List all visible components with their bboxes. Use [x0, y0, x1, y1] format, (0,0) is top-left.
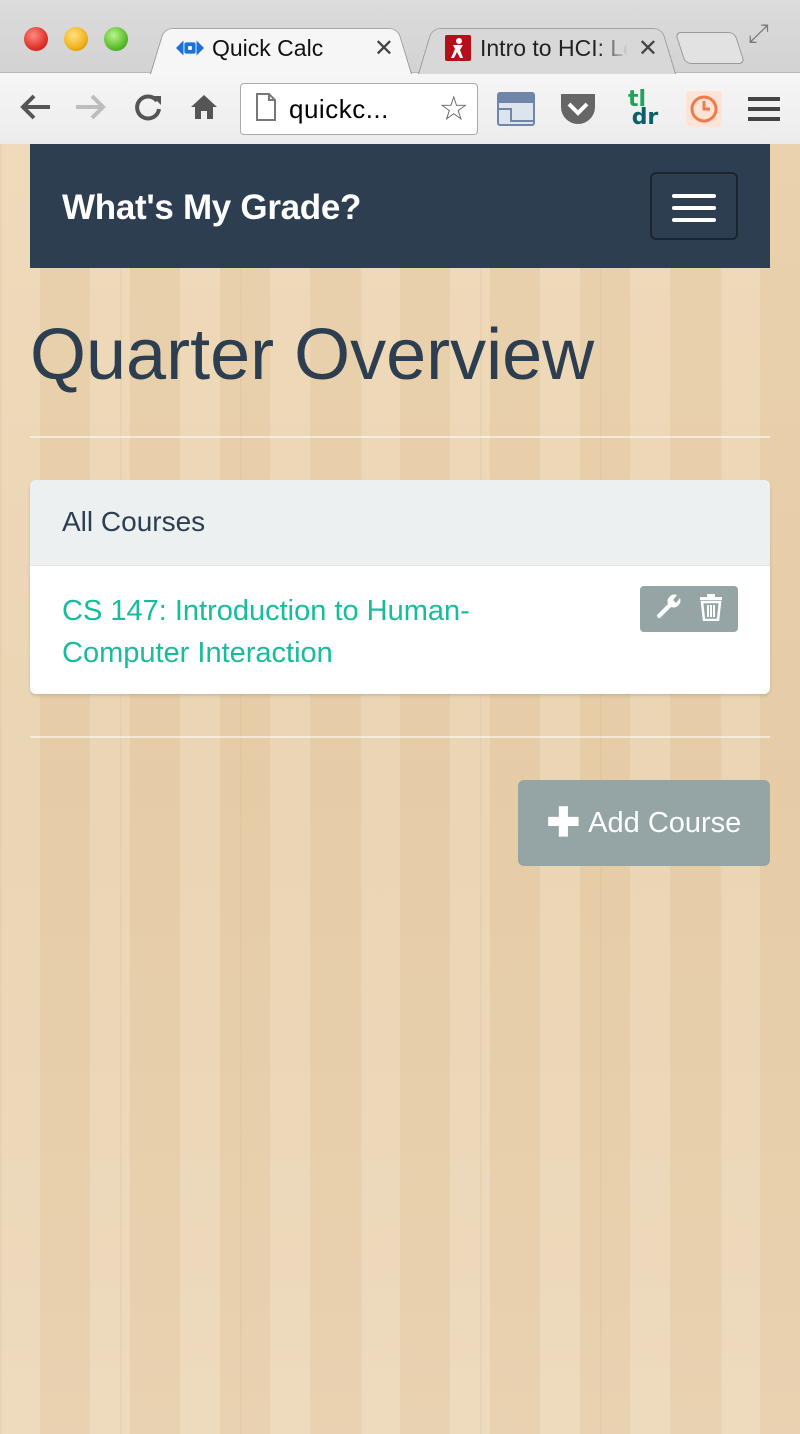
trash-icon[interactable]: [699, 593, 723, 626]
url-text: quickc...: [289, 93, 389, 124]
tab-intro-to-hci[interactable]: Intro to HCI: Lo ✕: [418, 22, 676, 74]
hamburger-bar: [672, 194, 716, 198]
reload-icon[interactable]: [128, 87, 168, 127]
page-title: Quarter Overview: [30, 315, 595, 395]
timer-extension-icon[interactable]: [684, 87, 724, 131]
app-brand[interactable]: What's My Grade?: [62, 188, 361, 228]
pocket-icon[interactable]: [558, 87, 598, 131]
hamburger-bar: [672, 218, 716, 222]
browser-chrome: Quick Calc ✕ Intro to HCI: Lo ✕ ⤢ quickc…: [0, 0, 800, 144]
fullscreen-icon[interactable]: ⤢: [748, 18, 769, 50]
bookmark-star-icon[interactable]: ☆: [439, 92, 469, 126]
add-course-label: Add Course: [588, 806, 742, 839]
panel-heading: All Courses: [30, 480, 770, 566]
tab-quick-calc[interactable]: Quick Calc ✕: [150, 22, 412, 74]
wrench-icon[interactable]: [655, 593, 683, 626]
list-item: CS 147: Introduction to Human-Computer I…: [30, 566, 770, 674]
reader-extension-icon[interactable]: [496, 87, 536, 131]
course-link[interactable]: CS 147: Introduction to Human-Computer I…: [62, 590, 562, 674]
new-tab-button[interactable]: [674, 32, 746, 64]
close-tab-icon[interactable]: ✕: [374, 34, 394, 63]
divider: [30, 736, 770, 738]
forward-icon[interactable]: [70, 87, 110, 127]
minimize-window-button[interactable]: [64, 27, 88, 51]
home-icon[interactable]: [184, 87, 224, 127]
tab-strip: Quick Calc ✕ Intro to HCI: Lo ✕ ⤢: [0, 0, 800, 72]
back-icon[interactable]: [16, 87, 56, 127]
divider: [30, 436, 770, 438]
close-window-button[interactable]: [24, 27, 48, 51]
app-navbar: What's My Grade?: [30, 144, 770, 268]
course-actions: [640, 586, 738, 632]
tab-title: Quick Calc: [212, 34, 324, 61]
nav-toggle-button[interactable]: [650, 172, 738, 240]
hamburger-bar: [672, 206, 716, 210]
tldr-icon[interactable]: tl dr: [620, 87, 660, 131]
address-bar[interactable]: quickc... ☆: [240, 83, 478, 135]
page-viewport: What's My Grade? Quarter Overview All Co…: [0, 144, 800, 1434]
hci-favicon-icon: [444, 35, 472, 61]
chrome-menu-icon[interactable]: [744, 87, 784, 131]
quickcalc-favicon-icon: [176, 36, 204, 60]
zoom-window-button[interactable]: [104, 27, 128, 51]
plus-icon: ✚: [546, 801, 581, 845]
close-tab-icon[interactable]: ✕: [638, 34, 658, 63]
courses-panel: All Courses CS 147: Introduction to Huma…: [30, 480, 770, 694]
browser-toolbar: quickc... ☆ tl dr: [0, 72, 800, 144]
add-course-button[interactable]: ✚ Add Course: [518, 780, 770, 866]
page-icon: [255, 92, 277, 126]
tab-title: Intro to HCI: Lo: [480, 34, 628, 61]
